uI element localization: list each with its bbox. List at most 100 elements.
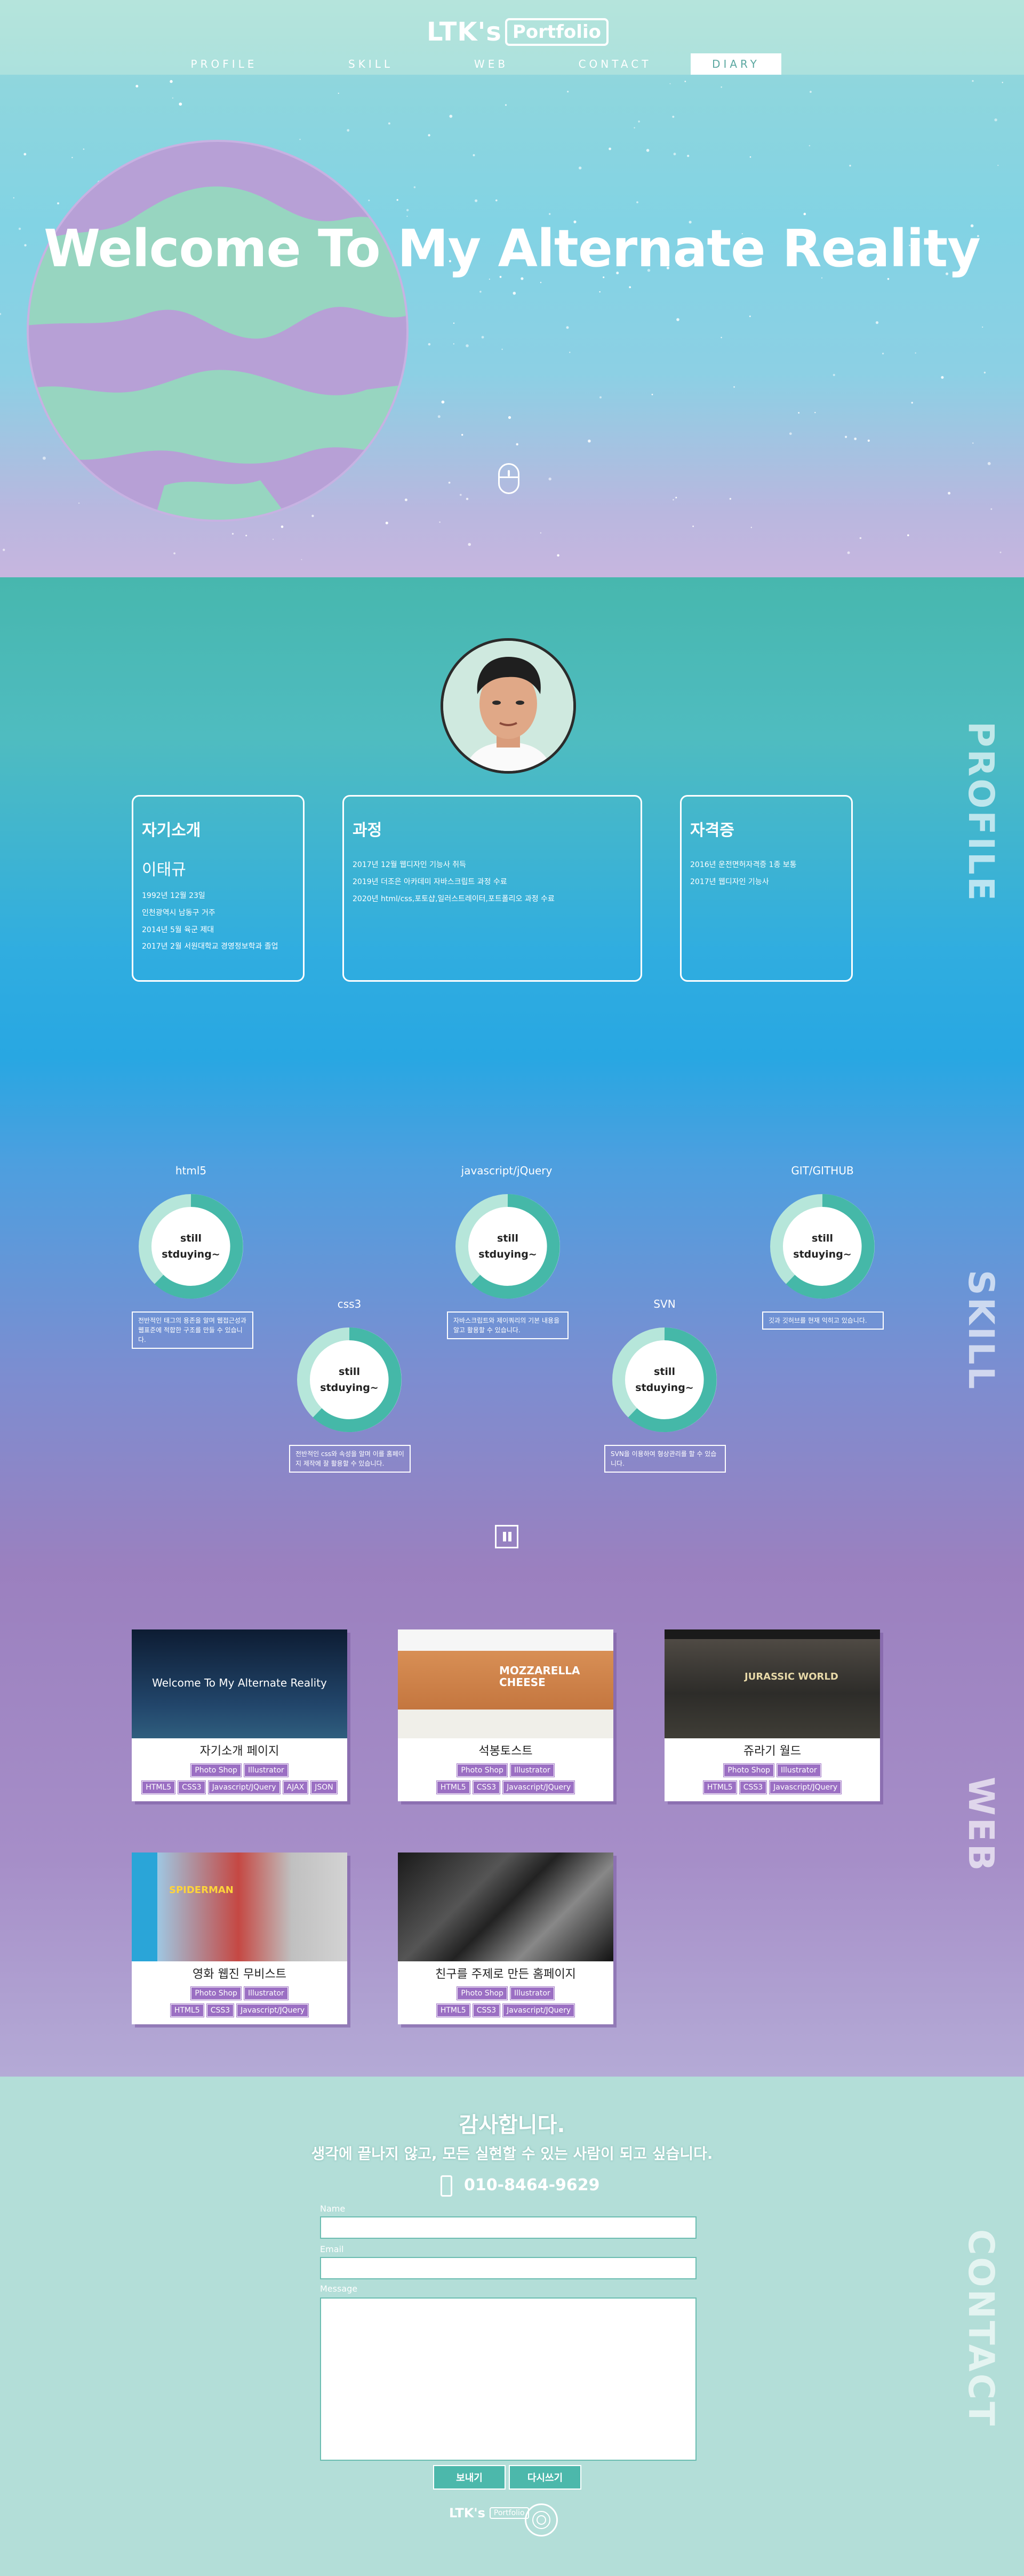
message-field[interactable] [320,2297,697,2461]
star [569,352,571,353]
section-label-contact-overlay: CONTACT [961,2229,1002,2428]
web-project-name: 자기소개 페이지 [199,1745,279,1758]
web-card-friends[interactable]: 친구를 주제로 만든 홈페이지 Photo Shop Illustrator H… [398,1853,613,2024]
section-label-web: WEB [961,1777,1002,1873]
tag: CSS3 [178,1780,206,1794]
hero-section: LTK's Portfolio PROFILE SKILL WEB CONTAC… [0,0,1024,577]
tag: HTML5 [141,1780,176,1794]
star [859,537,862,539]
ring-text-line1: still [180,1233,202,1244]
star [941,376,944,379]
star [501,348,503,350]
profile-card-course: 과정 2017년 12월 웹디자인 기능사 취득 2019년 더조은 아카데미 … [342,795,642,982]
star [579,166,582,170]
star [437,415,441,418]
tag-row: HTML5 CSS3 Javascript/JQuery [398,2003,613,2017]
star [972,442,974,444]
star [867,439,870,442]
star [540,532,542,534]
footer-logo[interactable]: LTK's Portfolio [449,2506,529,2521]
skill-ring-css3: still stduying~ [296,1326,403,1433]
planet-illustration [27,140,409,522]
tag: CSS3 [472,2003,501,2017]
star [566,326,569,329]
tag: Illustrator [509,1986,555,2000]
star [810,91,812,93]
skill-desc-git: 깃과 깃허브를 현재 익히고 있습니다. [762,1311,884,1330]
star [673,499,674,500]
nav-diary[interactable]: DIARY [691,53,781,75]
send-button[interactable]: 보내기 [433,2465,506,2490]
star [13,197,14,198]
star [983,371,986,373]
nav-contact[interactable]: CONTACT [570,53,660,75]
profile-card-title: 과정 [353,821,382,840]
profile-card-certificate: 자격증 2016년 운전면허자격증 1종 보통 2017년 웹디자인 기능사 [680,795,853,982]
nav-profile[interactable]: PROFILE [179,53,269,75]
logo-box-text: Portfolio [505,18,609,46]
nav-skill[interactable]: SKILL [325,53,416,75]
star [179,102,182,106]
web-card-moviest[interactable]: SPIDERMAN 영화 웹진 무비스트 Photo Shop Illustra… [132,1853,347,2024]
star [3,548,5,551]
star [475,199,478,202]
web-card-jurassic[interactable]: JURASSIC WORLD 쥬라기 월드 Photo Shop Illustr… [665,1629,880,1801]
star [907,534,909,536]
web-thumbnail: SPIDERMAN [132,1853,347,1961]
star [833,373,835,376]
ring-text-line1: still [339,1366,360,1378]
web-project-name: 영화 웹진 무비스트 [193,1968,286,1981]
phone-number[interactable]: 010-8464-9629 [464,2176,600,2195]
star [692,526,694,527]
star [548,478,551,481]
star [854,438,857,440]
star [948,491,951,495]
star [459,494,462,496]
star [847,551,850,554]
skill-title-svn: SVN [653,1298,676,1310]
star [557,554,559,557]
footer-logo-text: LTK's [449,2506,485,2521]
name-field[interactable] [320,2216,697,2239]
star [634,127,635,129]
star [453,322,455,324]
hero-title: Welcome To My Alternate Reality [44,219,981,279]
star [449,115,453,118]
profile-card-intro: 자기소개 이태규 1992년 12월 23일 인천광역시 남동구 거주 2014… [132,795,305,982]
tag: JSON [310,1780,338,1794]
star [721,86,722,88]
avatar-portrait [443,641,573,771]
tag-row: HTML5 CSS3 Javascript/JQuery [132,2003,347,2017]
profile-line: 2019년 더조은 아카데미 자바스크립트 과정 수료 [353,878,507,886]
nav-web[interactable]: WEB [446,53,537,75]
star [733,386,735,388]
tag: Illustrator [243,1763,289,1777]
tag: Illustrator [776,1763,821,1777]
pause-icon[interactable] [495,1525,518,1548]
ring-text-line2: stduying~ [635,1382,694,1394]
star [646,149,650,152]
web-card-self-intro[interactable]: Welcome To My Alternate Reality 자기소개 페이지… [132,1629,347,1801]
skill-ring-javascript: still stduying~ [454,1193,561,1300]
tag: Photo Shop [457,1763,508,1777]
tag: Photo Shop [723,1763,774,1777]
tag-row: HTML5 CSS3 Javascript/JQuery [665,1780,880,1794]
star [540,282,542,283]
web-card-toast[interactable]: MOZZARELLA CHEESE 석봉토스트 Photo Shop Illus… [398,1629,613,1801]
star [473,154,475,156]
mouse-scroll-icon[interactable] [498,463,519,494]
star [505,104,507,106]
section-label-skill: SKILL [961,1270,1002,1392]
star [495,199,498,202]
tag: Photo Shop [457,1986,508,2000]
profile-line: 2017년 웹디자인 기능사 [690,878,769,886]
email-field[interactable] [320,2257,697,2279]
star [439,521,441,523]
star [135,85,139,88]
star [798,412,800,414]
star [789,432,792,435]
tag: Javascript/JQuery [236,2003,309,2017]
reset-button[interactable]: 다시쓰기 [509,2465,581,2490]
tag-row: Photo Shop Illustrator [132,1986,347,2000]
site-logo[interactable]: LTK's Portfolio [427,16,609,48]
